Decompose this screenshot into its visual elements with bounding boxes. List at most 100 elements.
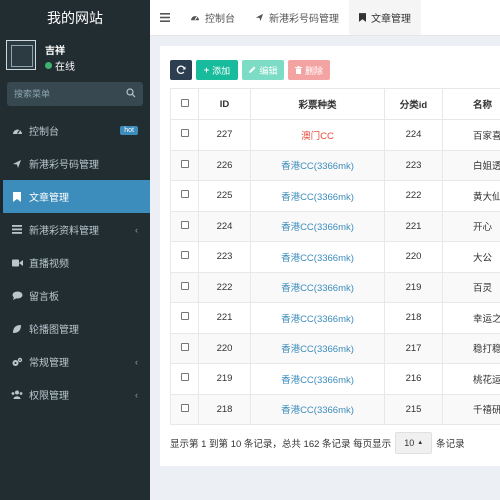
row-select-cell [170, 180, 199, 212]
sidebar-item-number-manage[interactable]: 新港彩号码管理 [0, 147, 150, 180]
delete-button[interactable]: 删除 [288, 60, 330, 80]
cell-type: 香港CC(3366mk) [250, 210, 385, 242]
cell-id: 225 [198, 180, 251, 212]
cell-category: 221 [384, 210, 443, 242]
menu-search [7, 82, 143, 106]
column-header-type[interactable]: 彩票种类 [250, 88, 385, 120]
table-row[interactable]: 218 香港CC(3366mk) 215 千禧研 [170, 393, 500, 425]
sidebar-item-label: 直播视频 [29, 259, 69, 270]
article-table: ID 彩票种类 分类id 名称 227 澳门CC 224 百家喜 226 香港CC(336… [170, 88, 500, 425]
type-link[interactable]: 香港CC(3366mk) [281, 253, 354, 264]
cell-id: 223 [198, 241, 251, 273]
dashboard-icon [11, 125, 23, 137]
cell-type: 香港CC(3366mk) [250, 332, 385, 364]
sidebar-item-label: 新港彩号码管理 [29, 160, 99, 171]
add-button[interactable]: + 添加 [196, 60, 238, 80]
sidebar-item-general[interactable]: 常规管理 ‹ [0, 345, 150, 378]
row-checkbox[interactable] [180, 190, 189, 199]
row-checkbox[interactable] [180, 403, 189, 412]
user-panel: 吉祥 在线 [0, 36, 150, 82]
user-status: 在线 [45, 58, 75, 73]
send-icon [11, 158, 23, 170]
cell-type: 香港CC(3366mk) [250, 271, 385, 303]
tab-dashboard[interactable]: 控制台 [180, 0, 245, 35]
row-checkbox[interactable] [180, 312, 189, 321]
type-link[interactable]: 香港CC(3366mk) [281, 405, 354, 416]
table-row[interactable]: 226 香港CC(3366mk) 223 白姐透 [170, 149, 500, 181]
search-input[interactable] [7, 82, 143, 106]
table-row[interactable]: 227 澳门CC 224 百家喜 [170, 119, 500, 151]
row-checkbox[interactable] [180, 251, 189, 260]
column-header-category[interactable]: 分类id [384, 88, 443, 120]
sidebar-item-message-board[interactable]: 留言板 [0, 279, 150, 312]
row-checkbox[interactable] [180, 220, 189, 229]
cell-name: 黄大仙 [442, 180, 500, 212]
sidebar-item-live-video[interactable]: 直播视频 [0, 246, 150, 279]
sidebar-item-data-manage[interactable]: 新港彩资料管理 ‹ [0, 213, 150, 246]
cell-type: 香港CC(3366mk) [250, 393, 385, 425]
type-link[interactable]: 香港CC(3366mk) [281, 375, 354, 386]
page-size-select[interactable]: 10 ▲ [395, 432, 433, 454]
type-link[interactable]: 澳门CC [301, 131, 334, 142]
sidebar-item-carousel[interactable]: 轮播图管理 [0, 312, 150, 345]
site-brand[interactable]: 我的网站 [0, 0, 150, 36]
table-row[interactable]: 220 香港CC(3366mk) 217 稳打稳 [170, 332, 500, 364]
table-row[interactable]: 219 香港CC(3366mk) 216 桃花运 [170, 363, 500, 395]
row-select-cell [170, 393, 199, 425]
pagination-summary: 显示第 1 到第 10 条记录，总共 162 条记录 每页显示 [170, 439, 392, 450]
row-select-cell [170, 332, 199, 364]
row-checkbox[interactable] [180, 159, 189, 168]
cell-type: 香港CC(3366mk) [250, 241, 385, 273]
table-row[interactable]: 223 香港CC(3366mk) 220 大公 [170, 241, 500, 273]
avatar[interactable] [6, 40, 36, 70]
video-icon [11, 257, 23, 269]
search-icon[interactable] [126, 88, 136, 98]
table-row[interactable]: 225 香港CC(3366mk) 222 黄大仙 [170, 180, 500, 212]
caret-up-icon: ▲ [417, 440, 424, 446]
column-header-id[interactable]: ID [198, 88, 251, 120]
pagination-info: 显示第 1 到第 10 条记录，总共 162 条记录 每页显示 10 ▲ 条记录 [170, 432, 465, 454]
table-row[interactable]: 222 香港CC(3366mk) 219 百灵 [170, 271, 500, 303]
toolbar: + 添加 编辑 删除 [170, 60, 330, 80]
type-link[interactable]: 香港CC(3366mk) [281, 283, 354, 294]
cell-id: 220 [198, 332, 251, 364]
row-select-cell [170, 149, 199, 181]
tab-number-manage[interactable]: 新港彩号码管理 [245, 0, 349, 35]
row-checkbox[interactable] [180, 281, 189, 290]
row-checkbox[interactable] [180, 342, 189, 351]
type-link[interactable]: 香港CC(3366mk) [281, 192, 354, 203]
edit-button[interactable]: 编辑 [242, 60, 284, 80]
pencil-icon [249, 66, 256, 73]
type-link[interactable]: 香港CC(3366mk) [281, 222, 354, 233]
column-header-name[interactable]: 名称 [442, 88, 500, 120]
sidebar-item-label: 轮播图管理 [29, 325, 79, 336]
cell-name: 百灵 [442, 271, 500, 303]
cell-type: 澳门CC [250, 119, 385, 151]
send-icon [255, 13, 264, 22]
type-link[interactable]: 香港CC(3366mk) [281, 314, 354, 325]
row-checkbox[interactable] [180, 373, 189, 382]
sidebar-item-article-manage[interactable]: 文章管理 [0, 180, 150, 213]
user-status-label: 在线 [55, 62, 75, 73]
type-link[interactable]: 香港CC(3366mk) [281, 344, 354, 355]
type-link[interactable]: 香港CC(3366mk) [281, 161, 354, 172]
sidebar-item-permission[interactable]: 权限管理 ‹ [0, 378, 150, 411]
row-select-cell [170, 363, 199, 395]
menu-toggle-button[interactable] [150, 0, 180, 35]
top-header: 控制台 新港彩号码管理 文章管理 [150, 0, 500, 36]
hot-badge: hot [120, 126, 138, 135]
tab-article-manage[interactable]: 文章管理 [349, 0, 421, 35]
table-row[interactable]: 224 香港CC(3366mk) 221 开心 [170, 210, 500, 242]
select-all-checkbox[interactable] [180, 98, 189, 107]
cell-type: 香港CC(3366mk) [250, 363, 385, 395]
row-checkbox[interactable] [180, 129, 189, 138]
page-size-value: 10 [404, 438, 415, 448]
sidebar-item-dashboard[interactable]: 控制台 hot [0, 114, 150, 147]
leaf-icon [11, 323, 23, 335]
table-row[interactable]: 221 香港CC(3366mk) 218 幸运之 [170, 302, 500, 334]
dashboard-icon [190, 16, 200, 21]
cell-name: 大公 [442, 241, 500, 273]
refresh-button[interactable] [170, 60, 192, 80]
cell-category: 223 [384, 149, 443, 181]
sidebar: 我的网站 吉祥 在线 控制台 hot 新港彩号码管理 文章管理 新港彩资料管理 … [0, 0, 150, 500]
